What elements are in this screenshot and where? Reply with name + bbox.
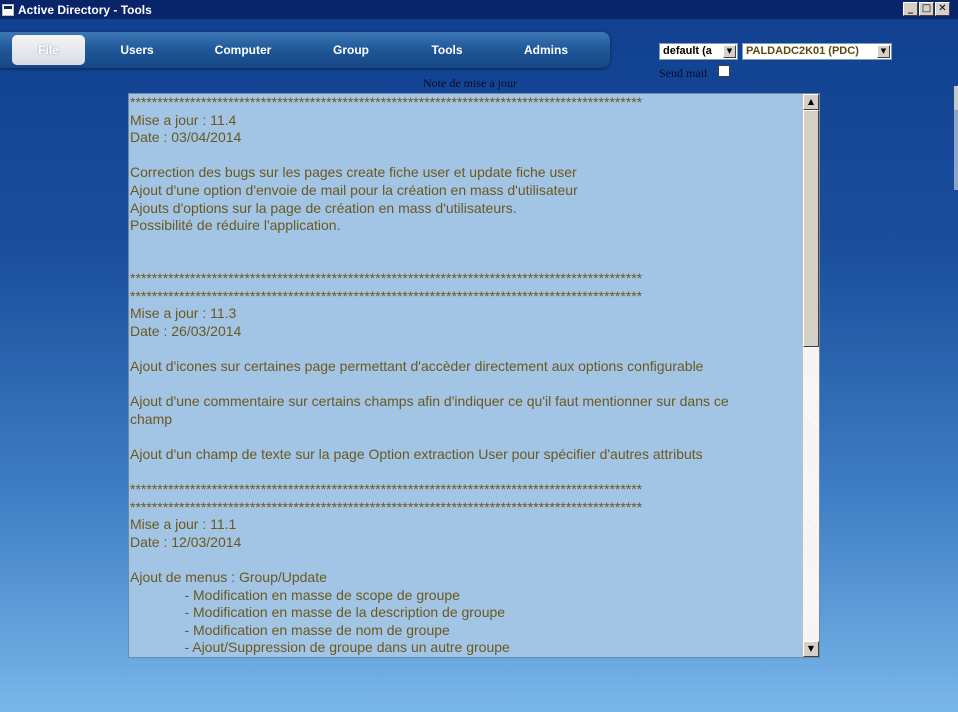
menu-admins[interactable]: Admins [511,35,581,65]
profile-select[interactable]: default (a ▼ [659,43,738,60]
window-edge [954,86,958,110]
menu-computer[interactable]: Computer [200,35,286,65]
domain-controller-select[interactable]: PALDADC2K01 (PDC) ▼ [742,43,892,60]
update-notes-title: Note de mise a jour [423,76,517,90]
main-menu-bar: File Users Computer Group Tools Admins [0,32,610,68]
app-icon [2,3,14,16]
window-title: Active Directory - Tools [18,2,152,17]
vertical-scrollbar[interactable]: ▲ ▼ [802,94,819,657]
send-mail-checkbox[interactable] [718,65,730,77]
domain-controller-value: PALDADC2K01 (PDC) [746,45,859,57]
scrollbar-thumb[interactable] [803,110,819,347]
chevron-down-icon[interactable]: ▼ [723,45,736,58]
scroll-down-button[interactable]: ▼ [803,641,819,657]
menu-tools[interactable]: Tools [412,35,482,65]
menu-group[interactable]: Group [316,35,386,65]
scroll-up-button[interactable]: ▲ [803,94,819,110]
window-edge [954,110,958,190]
profile-select-value: default (a [663,45,712,57]
chevron-down-icon[interactable]: ▼ [877,45,890,58]
maximize-button[interactable]: □ [919,2,934,16]
minimize-button[interactable]: _ [903,2,918,16]
window-titlebar: Active Directory - Tools _ □ ✕ [0,0,958,19]
update-notes-content: ****************************************… [130,94,729,656]
send-mail-label: Send mail [659,66,708,80]
menu-file[interactable]: File [12,35,85,65]
update-notes-textarea[interactable]: ****************************************… [128,93,820,658]
close-button[interactable]: ✕ [935,2,950,16]
menu-users[interactable]: Users [102,35,172,65]
window-controls: _ □ ✕ [903,2,950,16]
